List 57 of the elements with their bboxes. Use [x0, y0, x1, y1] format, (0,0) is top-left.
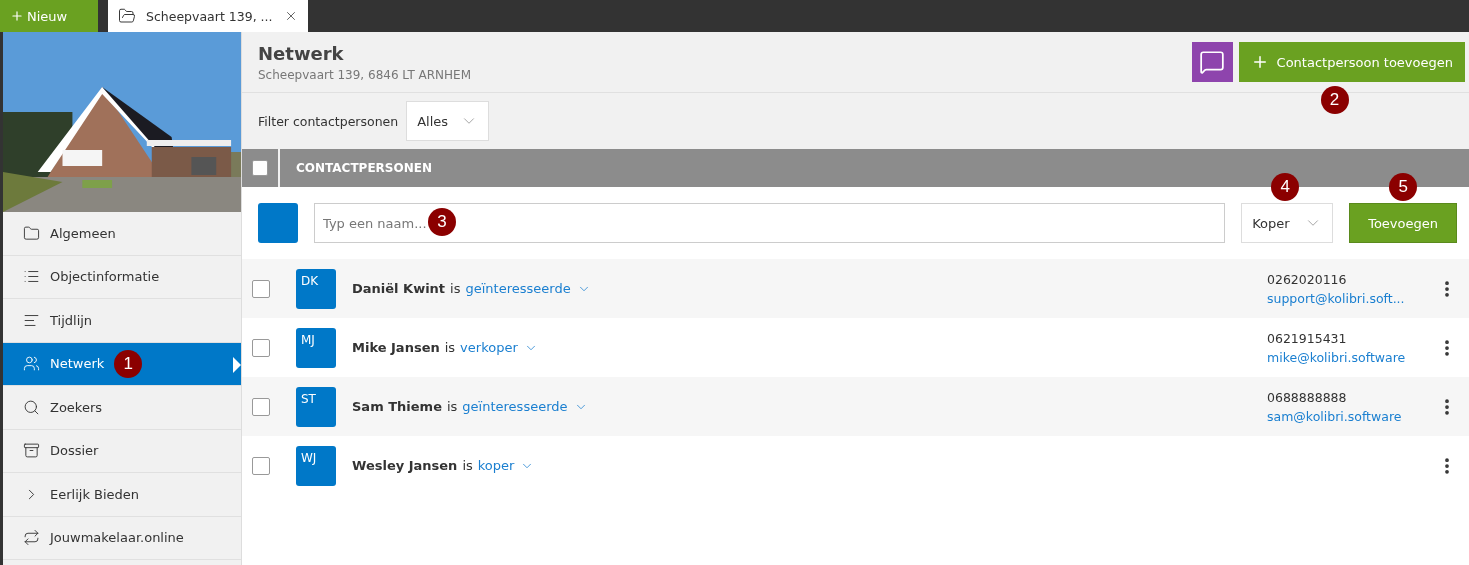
filter-label: Filter contactpersonen	[258, 113, 399, 129]
row-checkbox[interactable]	[252, 456, 270, 475]
sidebar-item[interactable]: Netwerk 1	[3, 342, 241, 386]
relation-text: is	[444, 340, 456, 355]
filter-select[interactable]: Alles	[406, 101, 490, 141]
people-icon	[23, 355, 40, 373]
phone-number: 0621915431	[1267, 329, 1348, 348]
contact-name: Mike Jansen	[352, 340, 440, 355]
callout-marker: 4	[1271, 173, 1300, 201]
role-dropdown[interactable]: geïnteresseerde	[462, 399, 588, 414]
contact-name: Sam Thieme	[352, 399, 442, 414]
row-checkbox[interactable]	[252, 279, 270, 298]
contact-name: Wesley Jansen	[352, 458, 458, 473]
role-select[interactable]: Koper	[1241, 203, 1334, 243]
callout-marker: 5	[1389, 173, 1418, 201]
email-link[interactable]: sam@kolibri.software	[1267, 408, 1402, 424]
chat-button[interactable]	[1191, 42, 1233, 82]
relation-text: is	[462, 458, 473, 473]
row-checkbox[interactable]	[252, 338, 270, 357]
relation-text: is	[446, 399, 458, 414]
page-title: Netwerk	[258, 42, 345, 64]
relation-text: is	[450, 281, 461, 296]
sidebar-item[interactable]: Objectinformatie	[3, 255, 241, 299]
folder-icon	[23, 224, 40, 242]
sidebar-item[interactable]: Jouwmakelaar.online	[3, 516, 241, 560]
sidebar-item[interactable]: Zoekers	[3, 386, 241, 430]
plus-icon	[10, 9, 24, 23]
sidebar-item[interactable]: Tijdlijn	[3, 299, 241, 343]
column-header: CONTACTPERSONEN	[296, 161, 432, 175]
avatar-placeholder	[258, 203, 298, 243]
role-dropdown[interactable]: geïnteresseerde	[465, 281, 591, 296]
select-all-checkbox[interactable]	[252, 160, 268, 176]
contact-name: Daniël Kwint	[352, 281, 446, 296]
sidebar-item[interactable]: Eerlijk Bieden	[3, 473, 241, 517]
address-subtitle: Scheepvaart 139, 6846 LT ARNHEM	[258, 67, 471, 82]
repeat-icon	[23, 529, 40, 547]
initials-avatar: ST	[296, 386, 336, 427]
callout-marker: 1	[114, 349, 143, 378]
initials-avatar: MJ	[296, 327, 336, 368]
initials-avatar: DK	[296, 268, 336, 309]
phone-number: 0688888888	[1267, 388, 1348, 407]
sidebar-item[interactable]: Dossier	[3, 429, 241, 473]
email-link[interactable]: mike@kolibri.software	[1267, 349, 1406, 365]
archive-icon	[23, 442, 40, 460]
role-dropdown[interactable]: koper	[477, 458, 535, 473]
row-checkbox[interactable]	[252, 397, 270, 416]
email-link[interactable]: support@kolibri.soft...	[1267, 290, 1405, 306]
close-icon[interactable]	[284, 9, 298, 23]
folder-icon	[118, 7, 136, 25]
search-icon	[23, 398, 40, 416]
callout-marker: 2	[1320, 86, 1349, 114]
sidebar-item[interactable]: Algemeen	[3, 212, 241, 256]
phone-number: 0262020116	[1267, 270, 1348, 289]
role-dropdown[interactable]: verkoper	[460, 340, 538, 355]
initials-avatar: WJ	[296, 445, 336, 486]
tab[interactable]: Scheepvaart 139, ...	[108, 0, 308, 32]
chat-icon	[1199, 49, 1226, 75]
